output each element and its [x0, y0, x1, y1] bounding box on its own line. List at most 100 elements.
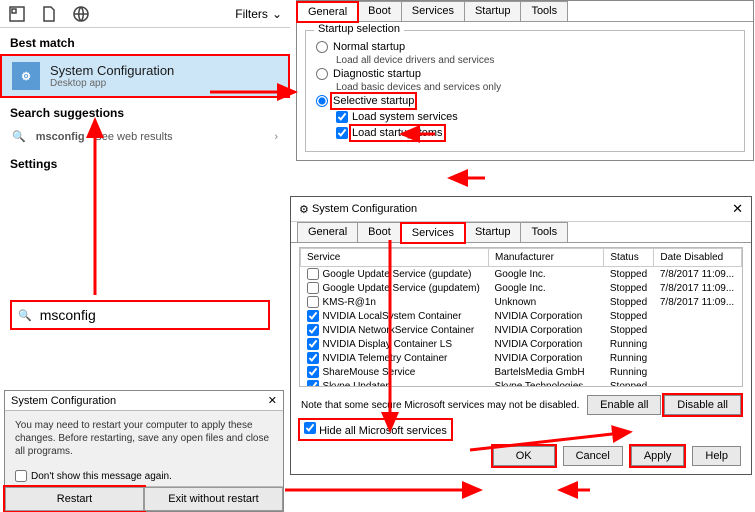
radio-diagnostic-sub: Load basic devices and services only	[316, 82, 734, 93]
service-status: Stopped	[604, 267, 654, 282]
close-icon[interactable]: ✕	[732, 201, 743, 217]
search-input[interactable]	[38, 306, 262, 324]
service-status: Stopped	[604, 379, 654, 387]
search-icon: 🔍	[12, 130, 26, 143]
service-name: ShareMouse Service	[323, 367, 416, 378]
documents-icon[interactable]	[40, 5, 58, 23]
radio-diagnostic[interactable]: Diagnostic startup	[316, 66, 734, 82]
radio-selective-label: Selective startup	[333, 95, 414, 107]
col-date-disabled[interactable]: Date Disabled	[654, 249, 742, 267]
service-checkbox[interactable]	[307, 366, 319, 378]
tab-services[interactable]: Services	[401, 223, 465, 243]
service-checkbox[interactable]	[307, 352, 319, 364]
dont-show-checkbox[interactable]	[15, 470, 27, 482]
table-row[interactable]: Google Update Service (gupdatem)Google I…	[301, 281, 742, 295]
service-status: Stopped	[604, 309, 654, 323]
suggestions-heading: Search suggestions	[0, 98, 290, 124]
help-button[interactable]: Help	[692, 446, 741, 466]
result-system-configuration[interactable]: ⚙ System Configuration Desktop app	[0, 54, 290, 98]
chk-load-startup[interactable]: Load startup items	[316, 125, 734, 141]
dont-show-again[interactable]: Don't show this message again.	[5, 466, 283, 486]
table-row[interactable]: ShareMouse Service BartelsMedia GmbHRunni…	[301, 365, 742, 379]
exit-without-restart-button[interactable]: Exit without restart	[144, 487, 283, 511]
service-name: NVIDIA NetworkService Container	[323, 325, 475, 336]
radio-normal-sub: Load all device drivers and services	[316, 55, 734, 66]
service-checkbox[interactable]	[307, 296, 319, 308]
web-icon[interactable]	[72, 5, 90, 23]
service-status: Stopped	[604, 323, 654, 337]
service-manufacturer: BartelsMedia GmbH	[489, 365, 604, 379]
service-status: Running	[604, 365, 654, 379]
service-checkbox[interactable]	[307, 324, 319, 336]
suggestion-tail: - See web results	[85, 131, 173, 143]
chk-load-services-label: Load system services	[352, 111, 458, 123]
hide-ms-checkbox[interactable]	[304, 422, 316, 434]
table-row[interactable]: NVIDIA LocalSystem ContainerNVIDIA Corpo…	[301, 309, 742, 323]
filters-dropdown[interactable]: Filters ⌄	[235, 7, 282, 21]
service-checkbox[interactable]	[307, 268, 319, 280]
service-manufacturer: NVIDIA Corporation	[489, 323, 604, 337]
ok-button[interactable]: OK	[493, 446, 555, 466]
tab-startup[interactable]: Startup	[464, 1, 521, 21]
service-status: Running	[604, 351, 654, 365]
service-date-disabled	[654, 351, 742, 365]
search-icon: 🔍	[18, 309, 32, 322]
tab-startup[interactable]: Startup	[464, 222, 521, 242]
disable-all-button[interactable]: Disable all	[664, 395, 741, 415]
table-row[interactable]: KMS-R@1nUnknownStopped7/8/2017 11:09...	[301, 295, 742, 309]
filters-label: Filters	[235, 7, 268, 21]
service-manufacturer: Skype Technologies	[489, 379, 604, 387]
best-match-heading: Best match	[0, 28, 290, 54]
service-date-disabled	[654, 323, 742, 337]
tab-general[interactable]: General	[297, 2, 358, 22]
tab-tools[interactable]: Tools	[520, 222, 568, 242]
msconfig-general-window: General Boot Services Startup Tools Star…	[296, 0, 754, 161]
msconfig-services-window: ⚙ System Configuration ✕ General Boot Se…	[290, 196, 752, 475]
enable-all-button[interactable]: Enable all	[587, 395, 661, 415]
service-checkbox[interactable]	[307, 338, 319, 350]
col-manufacturer[interactable]: Manufacturer	[489, 249, 604, 267]
radio-diagnostic-label: Diagnostic startup	[333, 68, 421, 80]
service-status: Stopped	[604, 281, 654, 295]
close-icon[interactable]: ✕	[268, 394, 277, 407]
radio-selective[interactable]: Selective startup	[316, 93, 734, 109]
chevron-right-icon: ›	[274, 131, 278, 143]
service-checkbox[interactable]	[307, 380, 319, 387]
service-date-disabled	[654, 365, 742, 379]
service-status: Running	[604, 337, 654, 351]
col-status[interactable]: Status	[604, 249, 654, 267]
restart-dialog-title: System Configuration	[11, 395, 116, 407]
table-row[interactable]: Skype UpdaterSkype TechnologiesStopped	[301, 379, 742, 387]
service-checkbox[interactable]	[307, 282, 319, 294]
table-row[interactable]: NVIDIA Telemetry Container NVIDIA Corpora…	[301, 351, 742, 365]
hide-microsoft-services[interactable]: Hide all Microsoft services	[301, 421, 450, 438]
table-row[interactable]: NVIDIA Display Container LSNVIDIA Corpor…	[301, 337, 742, 351]
table-row[interactable]: NVIDIA NetworkService Container NVIDIA Co…	[301, 323, 742, 337]
apps-icon[interactable]	[8, 5, 26, 23]
service-manufacturer: NVIDIA Corporation	[489, 337, 604, 351]
service-checkbox[interactable]	[307, 310, 319, 322]
tab-general[interactable]: General	[297, 222, 358, 242]
suggestion-web[interactable]: 🔍 msconfig - See web results ›	[0, 124, 290, 149]
apply-button[interactable]: Apply	[631, 446, 685, 466]
tab-services[interactable]: Services	[401, 1, 465, 21]
restart-button[interactable]: Restart	[5, 487, 144, 511]
service-manufacturer: NVIDIA Corporation	[489, 351, 604, 365]
chk-load-services[interactable]: Load system services	[316, 109, 734, 125]
service-date-disabled	[654, 337, 742, 351]
tab-boot[interactable]: Boot	[357, 222, 402, 242]
settings-heading: Settings	[0, 149, 290, 175]
services-table: Service Manufacturer Status Date Disable…	[300, 248, 742, 387]
col-service[interactable]: Service	[301, 249, 489, 267]
radio-normal-label: Normal startup	[333, 41, 405, 53]
service-date-disabled	[654, 309, 742, 323]
cancel-button[interactable]: Cancel	[563, 446, 623, 466]
dont-show-label: Don't show this message again.	[31, 471, 172, 482]
service-name: NVIDIA Telemetry Container	[323, 353, 448, 364]
tab-tools[interactable]: Tools	[520, 1, 568, 21]
tab-boot[interactable]: Boot	[357, 1, 402, 21]
msconfig-svc-icon: ⚙	[299, 203, 309, 216]
table-row[interactable]: Google Update Service (gupdate)Google In…	[301, 267, 742, 282]
radio-normal[interactable]: Normal startup	[316, 39, 734, 55]
service-status: Stopped	[604, 295, 654, 309]
